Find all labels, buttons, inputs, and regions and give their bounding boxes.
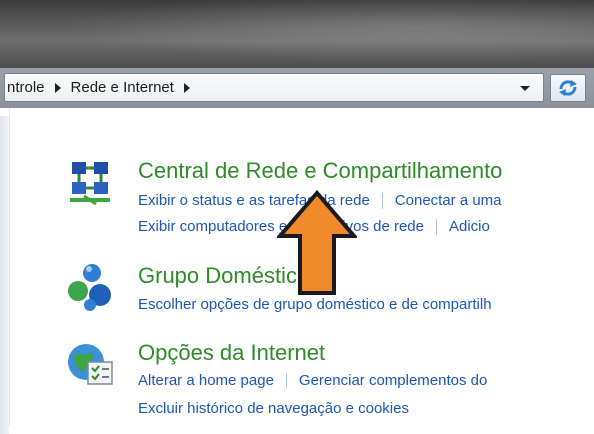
- homegroup-options-link[interactable]: Escolher opções de grupo doméstico e de …: [138, 296, 492, 313]
- link-row: Escolher opções de grupo doméstico e de …: [138, 296, 492, 313]
- change-home-page-link[interactable]: Alterar a home page: [138, 372, 274, 389]
- delete-browsing-history-link[interactable]: Excluir histórico de navegação e cookies: [138, 400, 409, 417]
- divider: [435, 219, 437, 236]
- breadcrumb-network-internet[interactable]: Rede e Internet: [71, 74, 174, 101]
- address-bar: ntrole Rede e Internet: [0, 68, 594, 108]
- divider: [285, 373, 287, 390]
- address-field[interactable]: ntrole Rede e Internet: [4, 73, 544, 102]
- refresh-button[interactable]: [550, 74, 586, 102]
- chevron-right-icon[interactable]: [183, 83, 190, 93]
- breadcrumb: ntrole Rede e Internet: [7, 74, 200, 101]
- manage-addons-link[interactable]: Gerenciar complementos do: [299, 372, 487, 389]
- breadcrumb-control-panel[interactable]: ntrole: [7, 74, 45, 101]
- connect-to-network-link[interactable]: Conectar a uma: [395, 192, 502, 209]
- network-center-icon: [64, 156, 116, 208]
- chevron-down-icon[interactable]: [517, 80, 533, 96]
- homegroup-icon: [64, 261, 116, 313]
- chevron-right-icon[interactable]: [54, 83, 61, 93]
- link-row: Excluir histórico de navegação e cookies: [138, 400, 409, 417]
- link-row: Alterar a home page Gerenciar complemento…: [138, 372, 487, 390]
- network-sharing-center-link[interactable]: Central de Rede e Compartilhamento: [138, 158, 502, 184]
- arrow-up-icon: [277, 190, 357, 295]
- refresh-icon: [559, 80, 577, 96]
- window-title-bar: [0, 0, 594, 68]
- internet-options-link[interactable]: Opções da Internet: [138, 340, 325, 366]
- divider: [381, 193, 383, 210]
- add-device-link[interactable]: Adicio: [449, 218, 490, 235]
- internet-options-icon: [64, 338, 116, 390]
- navigation-pane-edge: [0, 108, 10, 434]
